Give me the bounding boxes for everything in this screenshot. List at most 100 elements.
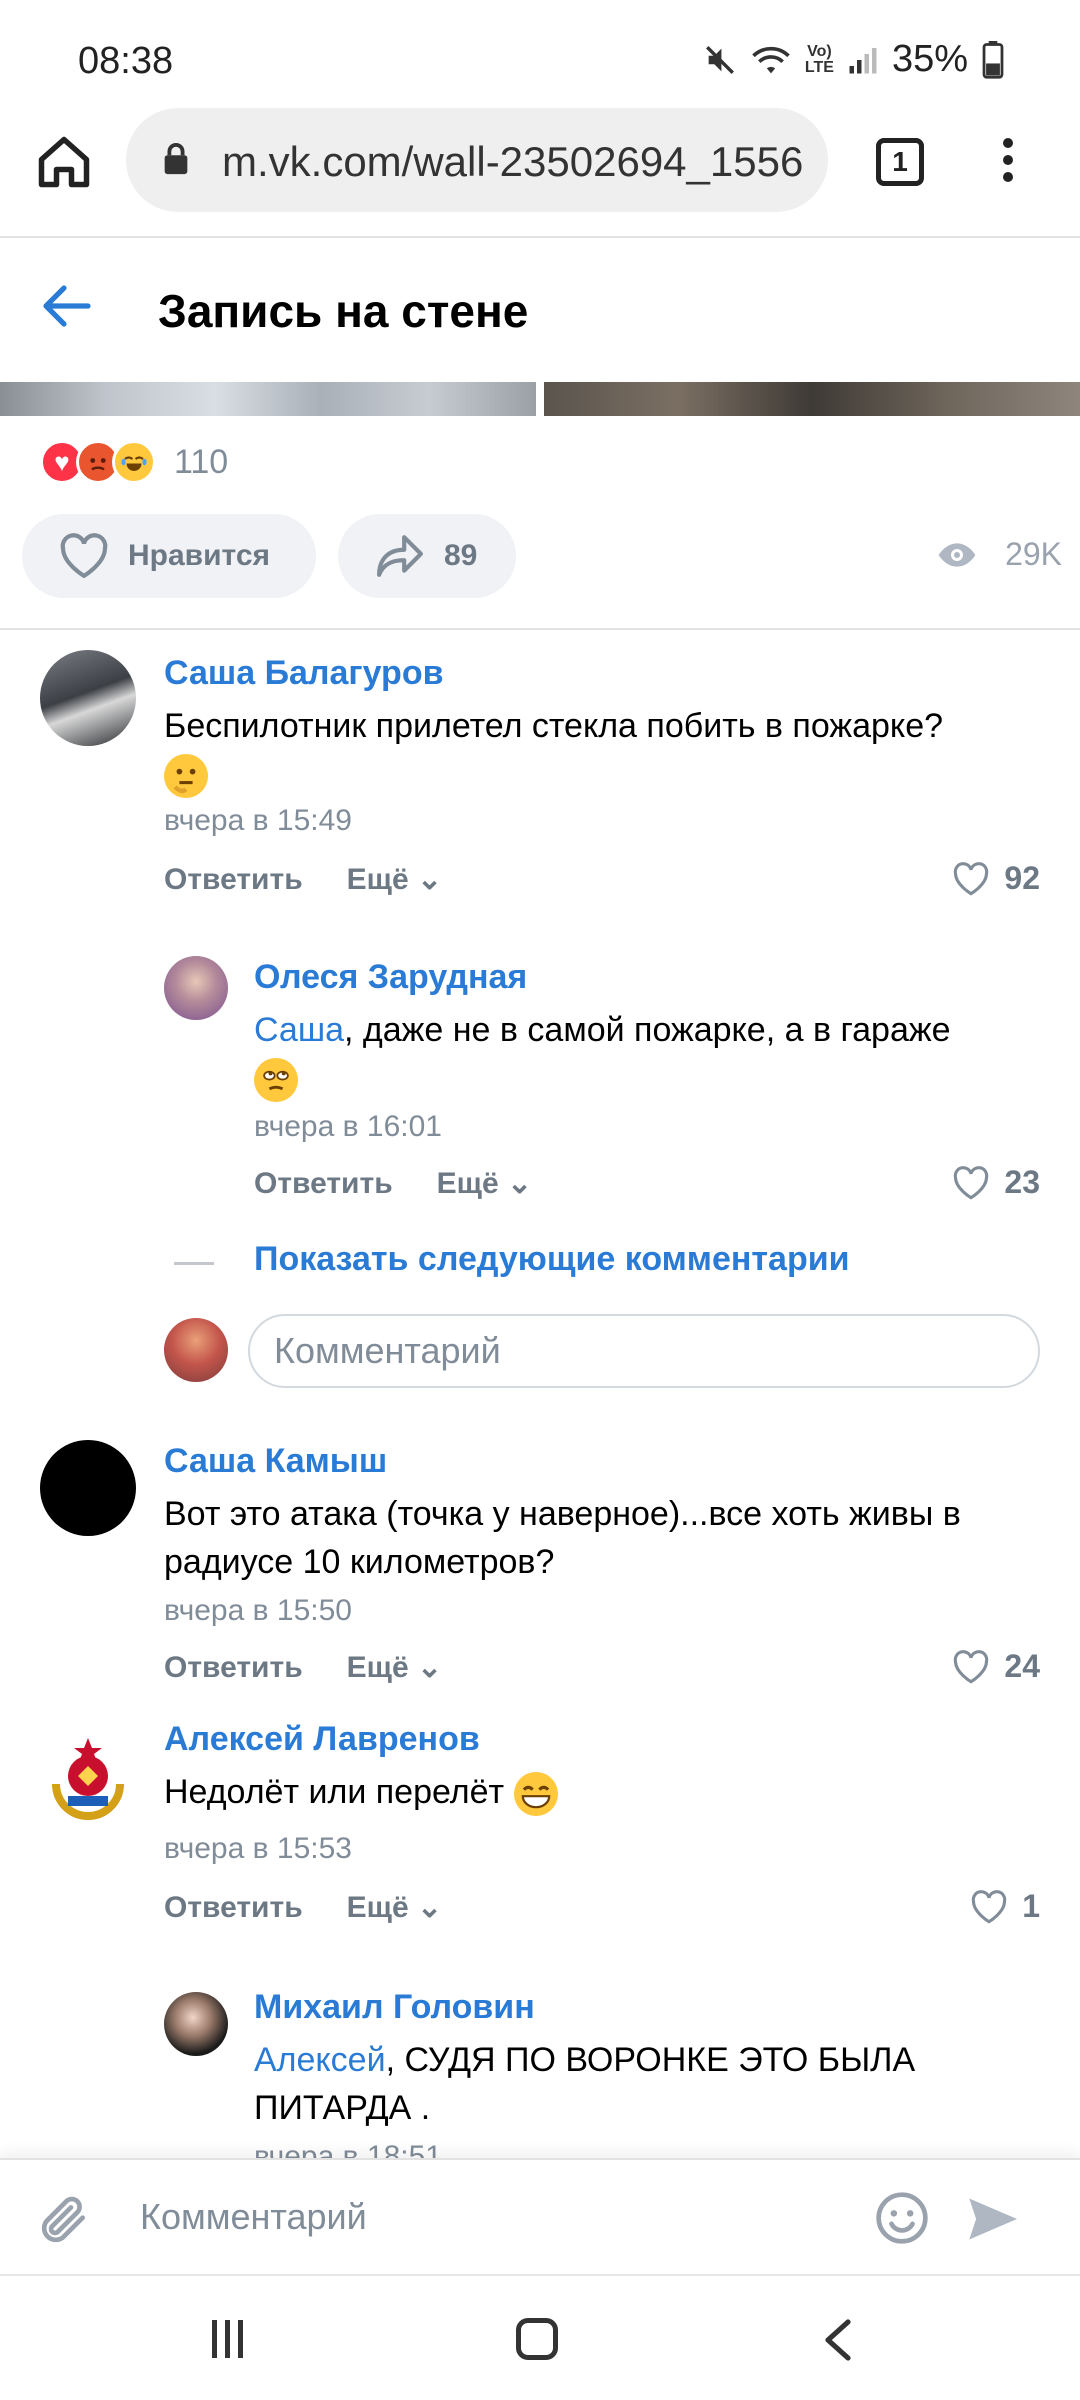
comment-like-button[interactable]: 1	[970, 1888, 1040, 1925]
mute-icon	[705, 45, 734, 74]
show-more-label[interactable]: Показать следующие комментарии	[254, 1240, 850, 1279]
home-icon[interactable]	[34, 132, 94, 192]
more-button[interactable]: Ещё	[347, 863, 409, 896]
reply-button[interactable]: Ответить	[164, 863, 303, 896]
like-label: Нравится	[128, 539, 271, 572]
comment-text: Вот это атака (точка у наверное)...все х…	[164, 1495, 961, 1581]
grin-emoji-icon	[513, 1772, 558, 1817]
address-bar[interactable]: m.vk.com/wall-23502694_1556	[126, 108, 828, 212]
comment-author[interactable]: Михаил Головин	[254, 1988, 535, 2027]
comment-text-body: , даже не в самой пожарке, а в гараже	[344, 1011, 951, 1049]
volte-icon: Vo) LTE	[804, 42, 834, 76]
page-header: Запись на стене	[0, 238, 1080, 378]
send-icon[interactable]	[964, 2194, 1020, 2244]
comment-time: вчера в 15:53	[164, 1832, 352, 1865]
chevron-down-icon[interactable]: ⌄	[409, 1651, 442, 1684]
reactions-count: 110	[174, 442, 229, 481]
nav-back-icon[interactable]	[820, 2316, 856, 2364]
views-count: 29K	[1005, 536, 1062, 572]
avatar[interactable]	[40, 1440, 136, 1536]
comment-like-button[interactable]: 23	[952, 1164, 1040, 1201]
comment-input[interactable]: Комментарий	[140, 2196, 367, 2238]
reactions-summary[interactable]: ♥ 110	[40, 440, 228, 484]
more-button[interactable]: Ещё	[437, 1167, 499, 1200]
avatar[interactable]	[164, 1992, 228, 2056]
comment: Саша Балагуров Беспилотник прилетел стек…	[0, 640, 1040, 930]
url-text[interactable]: m.vk.com/wall-23502694_1556	[222, 138, 803, 186]
like-count: 1	[1022, 1888, 1040, 1924]
volte-bottom-text: LTE	[804, 58, 834, 76]
like-count: 23	[1004, 1164, 1040, 1200]
comment-text-body: Беспилотник прилетел стекла побить в пож…	[164, 707, 944, 745]
page-title: Запись на стене	[158, 285, 529, 337]
smile-icon[interactable]	[874, 2190, 930, 2246]
lock-icon	[164, 142, 188, 175]
chevron-down-icon[interactable]: ⌄	[499, 1167, 532, 1200]
comment-author[interactable]: Саша Камыш	[164, 1442, 387, 1481]
status-icons: Vo) LTE 35%	[703, 38, 1004, 81]
thinking-emoji-icon	[164, 754, 208, 799]
eye-icon	[938, 542, 976, 567]
comment-time: вчера в 15:49	[164, 804, 352, 837]
wifi-icon	[752, 46, 790, 73]
heart-outline-icon	[60, 533, 108, 579]
comment: Саша Камыш Вот это атака (точка у наверн…	[0, 1430, 1040, 1690]
attach-icon[interactable]	[36, 2190, 92, 2250]
comment-author[interactable]: Алексей Лавренов	[164, 1720, 480, 1759]
back-arrow-icon[interactable]	[40, 282, 92, 330]
show-more-comments[interactable]: Показать следующие комментарии	[170, 1236, 1070, 1286]
nav-home-icon[interactable]	[516, 2318, 558, 2360]
signal-icon	[849, 47, 877, 73]
comment-author[interactable]: Саша Балагуров	[164, 654, 444, 693]
comment: Алексей Лавренов Недолёт или перелёт вче…	[0, 1720, 1040, 1950]
comment-time: вчера в 18:51	[254, 2140, 442, 2158]
reply-button[interactable]: Ответить	[164, 1651, 303, 1684]
battery-icon	[982, 40, 1004, 79]
status-time: 08:38	[78, 40, 174, 82]
volte-top-text: Vo)	[807, 42, 832, 60]
more-button[interactable]: Ещё	[347, 1651, 409, 1684]
avatar[interactable]	[40, 1732, 136, 1828]
comment-composer: Комментарий	[0, 2158, 1080, 2274]
comment-author[interactable]: Олеся Зарудная	[254, 958, 527, 997]
browser-menu-icon[interactable]	[990, 138, 1026, 190]
post-photos[interactable]	[0, 382, 1080, 416]
comment-text: Алексей, СУДЯ ПО ВОРОНКЕ ЭТО БЫЛА ПИТАРД…	[254, 2036, 1014, 2132]
comment-text: Саша, даже не в самой пожарке, а в гараж…	[254, 1006, 1044, 1103]
comment-like-button[interactable]: 24	[952, 1648, 1040, 1685]
post-actions: Нравится 89 29K	[22, 514, 1062, 600]
heart-outline-icon	[954, 861, 989, 895]
tab-switcher-button[interactable]: 1	[876, 138, 924, 186]
thread-dash	[174, 1262, 214, 1265]
reply-comment-input[interactable]: Комментарий	[248, 1314, 1040, 1388]
like-count: 92	[1004, 860, 1040, 896]
avatar[interactable]	[40, 650, 136, 746]
more-button[interactable]: Ещё	[347, 1891, 409, 1924]
post-photo[interactable]	[0, 382, 536, 416]
comment-text-body: Недолёт или перелёт	[164, 1773, 505, 1811]
share-button[interactable]: 89	[338, 514, 516, 598]
mention-link[interactable]: Алексей	[254, 2041, 386, 2079]
system-navigation-bar	[0, 2274, 1080, 2400]
status-bar: 08:38 Vo) LTE 35%	[0, 0, 1080, 110]
laugh-reaction-icon	[112, 440, 156, 484]
emblem-icon	[44, 1736, 132, 1824]
post-photo[interactable]	[544, 382, 1080, 416]
reply-button[interactable]: Ответить	[254, 1167, 393, 1200]
avatar[interactable]	[164, 956, 228, 1020]
views-counter: 29K	[937, 536, 1062, 573]
comment-actions: Ответить Ещё ⌄	[164, 862, 442, 897]
chevron-down-icon[interactable]: ⌄	[409, 1891, 442, 1924]
comment-like-button[interactable]: 92	[952, 860, 1040, 897]
like-count: 24	[1004, 1648, 1040, 1684]
like-button[interactable]: Нравится	[22, 514, 316, 598]
reply-button[interactable]: Ответить	[164, 1891, 303, 1924]
eye-roll-emoji-icon	[254, 1058, 298, 1103]
heart-outline-icon	[954, 1649, 989, 1683]
chevron-down-icon[interactable]: ⌄	[409, 863, 442, 896]
mention-link[interactable]: Саша	[254, 1011, 344, 1049]
recent-apps-icon[interactable]	[212, 2320, 256, 2360]
battery-percent: 35%	[891, 38, 968, 80]
comment-time: вчера в 15:50	[164, 1594, 352, 1627]
comment-actions: Ответить Ещё ⌄	[164, 1650, 442, 1685]
